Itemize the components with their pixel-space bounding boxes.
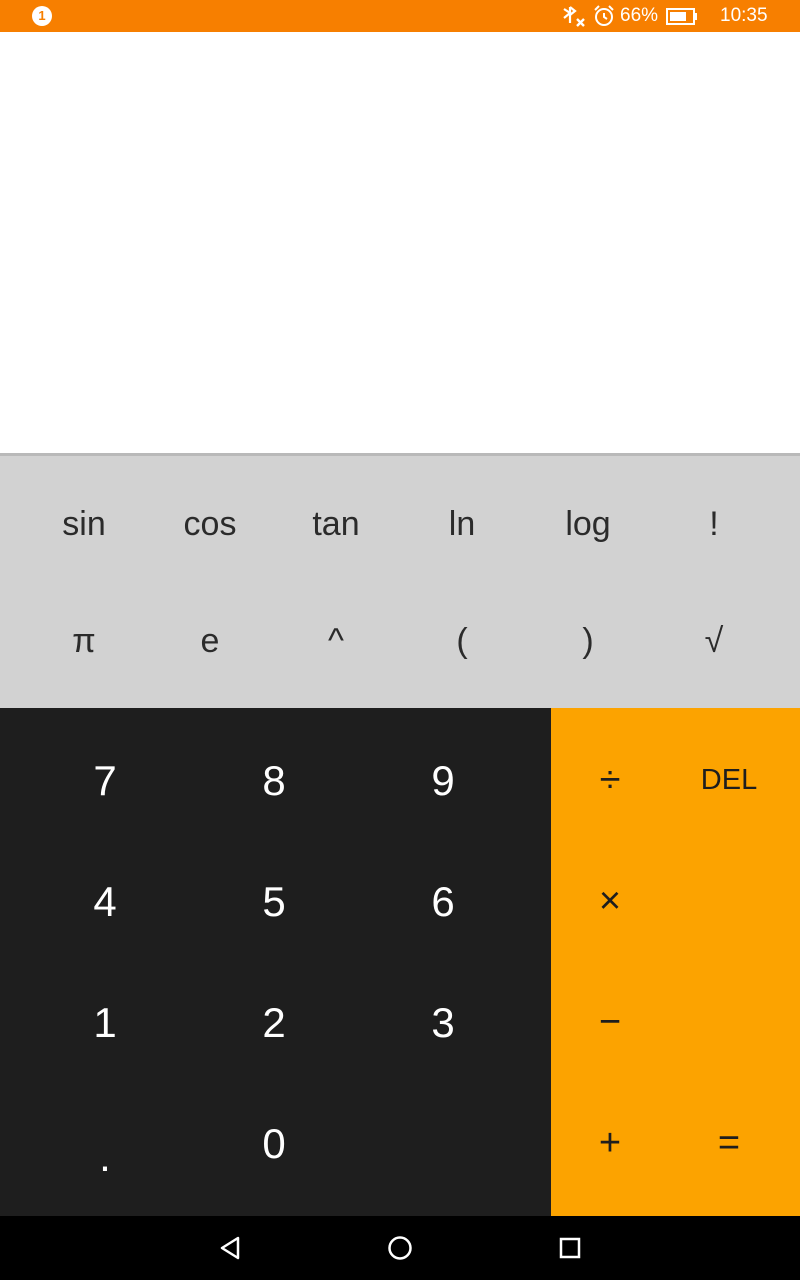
sin-key[interactable]: sin	[21, 466, 147, 583]
digit-5-key[interactable]: 5	[189, 841, 359, 962]
bluetooth-off-icon	[563, 6, 585, 27]
delete-key[interactable]: DEL	[664, 720, 794, 841]
cos-key[interactable]: cos	[147, 466, 273, 583]
status-clock: 10:35	[720, 5, 768, 26]
digit-1-key[interactable]: 1	[20, 962, 190, 1083]
home-icon[interactable]	[384, 1232, 416, 1264]
divide-key[interactable]: ÷	[551, 720, 669, 841]
decimal-point-key[interactable]: .	[20, 1083, 190, 1204]
calculator-display	[0, 32, 800, 453]
equals-key[interactable]: =	[670, 1083, 788, 1204]
digit-4-key[interactable]: 4	[20, 841, 190, 962]
log-key[interactable]: log	[525, 466, 651, 583]
back-icon[interactable]	[214, 1232, 246, 1264]
digit-3-key[interactable]: 3	[358, 962, 528, 1083]
factorial-key[interactable]: !	[651, 466, 777, 583]
digit-9-key[interactable]: 9	[358, 720, 528, 841]
open-paren-key[interactable]: (	[399, 583, 525, 700]
alarm-icon	[594, 5, 614, 26]
sqrt-key[interactable]: √	[651, 583, 777, 700]
digit-8-key[interactable]: 8	[189, 720, 359, 841]
recents-icon[interactable]	[554, 1232, 586, 1264]
digit-0-key[interactable]: 0	[189, 1083, 359, 1204]
notification-badge: 1	[32, 6, 52, 26]
digit-7-key[interactable]: 7	[20, 720, 190, 841]
navigation-bar	[0, 1216, 800, 1280]
pi-key[interactable]: π	[21, 583, 147, 700]
operator-panel: ÷ DEL × − + =	[551, 708, 800, 1216]
battery-icon	[666, 8, 697, 25]
subtract-key[interactable]: −	[551, 962, 669, 1083]
number-pad: 7 8 9 4 5 6 1 2 3 . 0	[0, 708, 551, 1216]
scientific-panel: sin cos tan ln log ! π e ^ ( ) √	[0, 453, 800, 708]
close-paren-key[interactable]: )	[525, 583, 651, 700]
e-key[interactable]: e	[147, 583, 273, 700]
add-key[interactable]: +	[551, 1083, 669, 1204]
status-bar: 1 66% 10:35	[0, 0, 800, 32]
power-key[interactable]: ^	[273, 583, 399, 700]
digit-2-key[interactable]: 2	[189, 962, 359, 1083]
battery-percent: 66%	[620, 5, 659, 26]
ln-key[interactable]: ln	[399, 466, 525, 583]
digit-6-key[interactable]: 6	[358, 841, 528, 962]
multiply-key[interactable]: ×	[551, 841, 669, 962]
tan-key[interactable]: tan	[273, 466, 399, 583]
